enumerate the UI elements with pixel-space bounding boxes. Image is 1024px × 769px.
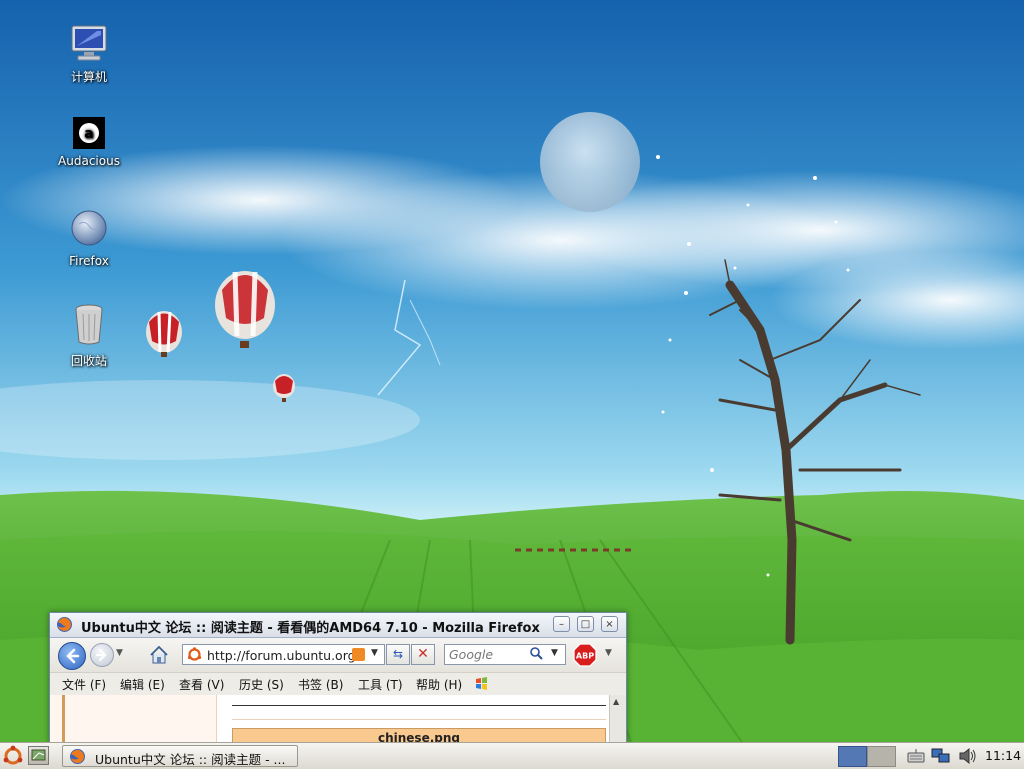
desktop-icon-label: Audacious xyxy=(58,154,120,168)
maximize-button[interactable]: □ xyxy=(577,616,594,632)
firefox-window[interactable]: Ubuntu中文 论坛 :: 阅读主题 - 看看偶的AMD64 7.10 - M… xyxy=(49,612,627,745)
page-content[interactable]: chinese.png ▲ xyxy=(50,695,626,745)
desktop-icon-firefox[interactable]: Firefox xyxy=(48,206,130,268)
search-box[interactable]: ▼ xyxy=(444,644,566,665)
desktop-icon-label: Firefox xyxy=(69,254,109,268)
taskbar-button-firefox[interactable]: Ubuntu中文 论坛 :: 阅读主题 - ... xyxy=(62,745,298,767)
menu-bookmarks[interactable]: 书签 (B) xyxy=(298,676,343,693)
history-dropdown-icon[interactable]: ▼ xyxy=(116,648,123,658)
search-icon[interactable] xyxy=(529,646,544,661)
url-bar[interactable]: http://forum.ubuntu.org ▼ xyxy=(182,644,385,665)
keyboard-icon[interactable] xyxy=(906,747,926,765)
workspace-1[interactable] xyxy=(838,746,867,767)
ubuntu-menu-icon[interactable] xyxy=(2,745,24,767)
menu-help[interactable]: 帮助 (H) xyxy=(416,676,462,693)
menu-file[interactable]: 文件 (F) xyxy=(62,676,106,693)
ubuntu-favicon-icon xyxy=(187,647,202,661)
menu-bar: 文件 (F) 编辑 (E) 查看 (V) 历史 (S) 书签 (B) 工具 (T… xyxy=(50,672,626,696)
audacious-icon: a xyxy=(67,114,111,158)
clock[interactable]: 11:14 xyxy=(985,748,1021,763)
svg-text:a: a xyxy=(84,126,93,142)
volume-icon[interactable] xyxy=(957,747,977,765)
window-title: Ubuntu中文 论坛 :: 阅读主题 - 看看偶的AMD64 7.10 - M… xyxy=(81,621,540,636)
search-input[interactable] xyxy=(449,647,527,662)
forward-button[interactable] xyxy=(90,643,114,667)
search-engine-dropdown-icon[interactable]: ▼ xyxy=(551,648,558,658)
minimize-button[interactable]: – xyxy=(553,616,570,632)
windows-logo-icon xyxy=(476,677,487,690)
vertical-scrollbar[interactable]: ▲ xyxy=(609,695,626,745)
arrow-right-icon xyxy=(96,649,107,661)
sidebar-accent-bar xyxy=(62,695,65,745)
url-dropdown-icon[interactable]: ▼ xyxy=(371,648,378,658)
workspace-2[interactable] xyxy=(867,746,896,767)
firefox-globe-icon xyxy=(67,206,111,250)
forum-sidebar-column xyxy=(50,695,217,745)
back-button[interactable] xyxy=(58,642,86,670)
firefox-icon xyxy=(70,749,85,764)
abp-label: ABP xyxy=(576,652,594,661)
rss-feed-icon[interactable] xyxy=(352,648,365,661)
adblock-dropdown-icon[interactable]: ▼ xyxy=(605,648,612,658)
arrow-left-icon xyxy=(66,648,80,664)
menu-view[interactable]: 查看 (V) xyxy=(179,676,224,693)
show-desktop-button[interactable] xyxy=(28,746,49,765)
desktop-icon-trash[interactable]: 回收站 xyxy=(48,302,130,369)
window-titlebar[interactable]: Ubuntu中文 论坛 :: 阅读主题 - 看看偶的AMD64 7.10 - M… xyxy=(50,613,626,638)
post-divider xyxy=(232,705,606,706)
home-icon[interactable] xyxy=(148,644,170,666)
close-button[interactable]: × xyxy=(601,616,618,632)
network-icon[interactable] xyxy=(931,747,951,765)
adblock-plus-icon[interactable]: ABP xyxy=(573,643,597,667)
desktop-icon-audacious[interactable]: a Audacious xyxy=(48,114,130,168)
post-divider xyxy=(232,719,606,720)
trash-icon xyxy=(67,302,111,346)
desktop-icon-label: 计算机 xyxy=(70,70,107,84)
firefox-icon xyxy=(57,617,72,632)
stop-button[interactable]: ✕ xyxy=(411,644,435,665)
desktop-icon-label: 回收站 xyxy=(70,354,107,368)
desktop-icon xyxy=(31,749,46,761)
url-text[interactable]: http://forum.ubuntu.org xyxy=(207,648,356,663)
desktop-icon-computer[interactable]: 计算机 xyxy=(48,22,130,85)
menu-history[interactable]: 历史 (S) xyxy=(239,676,284,693)
scroll-up-icon[interactable]: ▲ xyxy=(613,697,619,706)
reload-button[interactable]: ⇆ xyxy=(386,644,410,665)
computer-icon xyxy=(67,22,111,66)
menu-tools[interactable]: 工具 (T) xyxy=(358,676,403,693)
menu-edit[interactable]: 编辑 (E) xyxy=(120,676,165,693)
navigation-toolbar: ▼ http://forum.ubuntu.org ▼ ⇆ ✕ ▼ xyxy=(50,638,626,672)
bottom-panel: Ubuntu中文 论坛 :: 阅读主题 - ... 11:14 xyxy=(0,742,1024,769)
taskbar-label: Ubuntu中文 论坛 :: 阅读主题 - ... xyxy=(95,752,286,767)
